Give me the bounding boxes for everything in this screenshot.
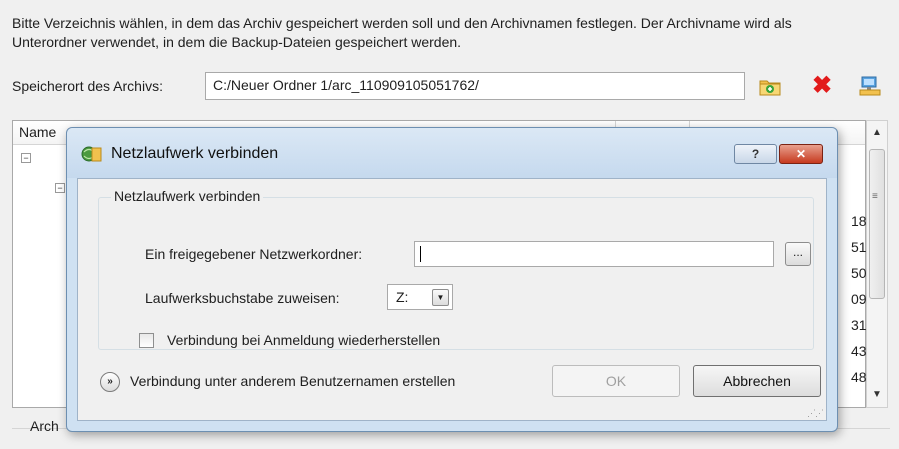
tree-scrollbar[interactable]: ▲ ≡ ▼ (866, 120, 888, 408)
new-folder-icon[interactable] (758, 74, 782, 98)
other-user-link[interactable]: Verbindung unter anderem Benutzernamen e… (130, 373, 455, 389)
shared-folder-label: Ein freigegebener Netzwerkordner: (145, 246, 363, 262)
close-button[interactable]: ✕ (779, 144, 823, 164)
text-caret (420, 246, 421, 262)
resize-grip-icon[interactable]: ⋰⋰ (807, 408, 824, 419)
tree-expander[interactable]: − (55, 183, 65, 193)
delete-icon[interactable]: ✖ (810, 74, 834, 98)
dialog-titlebar[interactable]: Netzlaufwerk verbinden ? ✕ (67, 128, 837, 178)
shared-folder-input[interactable] (414, 241, 774, 267)
expand-chevron-icon[interactable]: » (100, 372, 120, 392)
scroll-up-arrow-icon[interactable]: ▲ (867, 123, 887, 143)
location-field[interactable]: C:/Neuer Ordner 1/arc_110909105051762/ (205, 72, 745, 100)
column-header-name[interactable]: Name (19, 124, 56, 140)
help-button[interactable]: ? (734, 144, 777, 164)
reconnect-checkbox[interactable] (139, 333, 154, 348)
location-label: Speicherort des Archivs: (12, 78, 163, 94)
scroll-down-arrow-icon[interactable]: ▼ (867, 385, 887, 405)
group-title: Netzlaufwerk verbinden (111, 188, 264, 204)
archive-section-label: Arch (30, 418, 59, 434)
drive-letter-value: Z: (396, 289, 409, 305)
list-item: 09 (851, 291, 867, 307)
list-item: 43 (851, 343, 867, 359)
instructions-text: Bitte Verzeichnis wählen, in dem das Arc… (12, 15, 792, 50)
list-item: 48 (851, 369, 867, 385)
network-drive-app-icon (81, 144, 103, 164)
tree-expander[interactable]: − (21, 153, 31, 163)
network-drive-icon[interactable] (858, 74, 882, 98)
dialog-title: Netzlaufwerk verbinden (111, 145, 279, 162)
ok-button[interactable]: OK (552, 365, 680, 397)
connect-groupbox: Netzlaufwerk verbinden Ein freigegebener… (98, 188, 814, 350)
list-item: 31 (851, 317, 867, 333)
dialog-body: Netzlaufwerk verbinden Ein freigegebener… (77, 178, 827, 421)
browse-button[interactable]: ... (785, 242, 811, 266)
list-item: 50 (851, 265, 867, 281)
list-item: 18 (851, 213, 867, 229)
cancel-button[interactable]: Abbrechen (693, 365, 821, 397)
scroll-thumb[interactable] (869, 149, 885, 299)
list-item: 51 (851, 239, 867, 255)
drive-letter-label: Laufwerksbuchstabe zuweisen: (145, 290, 340, 306)
scroll-grip-icon: ≡ (872, 191, 878, 202)
dropdown-arrow-icon[interactable]: ▼ (432, 289, 449, 306)
connect-network-drive-dialog: Netzlaufwerk verbinden ? ✕ Netzlaufwerk … (66, 127, 838, 432)
reconnect-label[interactable]: Verbindung bei Anmeldung wiederherstelle… (167, 332, 440, 348)
drive-letter-select[interactable]: Z: ▼ (387, 284, 453, 310)
